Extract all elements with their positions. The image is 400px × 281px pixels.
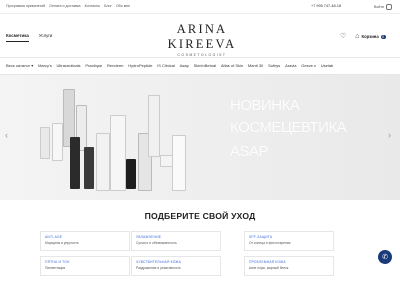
nav-item-aravia[interactable]: Aravia (285, 63, 296, 68)
product-bottle (70, 137, 80, 189)
user-icon (386, 4, 393, 10)
hero-banner[interactable]: НОВИНКА КОСМЕЦЕВТИКА ASAP (0, 75, 400, 200)
card-title: ПРОБЛЕМНАЯ КОЖА (249, 260, 286, 264)
site-logo[interactable]: ARINA KIREEVA COSMETOLOGIST (150, 22, 254, 57)
card-subtitle: От солнца и фотостарения (249, 241, 291, 245)
care-card-spf[interactable]: SPF-ЗАЩИТА От солнца и фотостарения (244, 231, 334, 251)
chevron-left-icon[interactable]: ‹ (5, 130, 8, 140)
top-link-privileges[interactable]: Программа привилегий (6, 4, 45, 8)
product-bottle (172, 135, 186, 191)
product-bottle (110, 115, 126, 191)
nav-item-asap[interactable]: Asap (180, 63, 189, 68)
top-link-about[interactable]: Обо мне (116, 4, 130, 8)
top-divider (0, 13, 400, 14)
nav-item-hydropeptide[interactable]: HydroPeptide (128, 63, 152, 68)
top-link-contacts[interactable]: Контакты (85, 4, 101, 8)
card-title: ЧУВСТВИТЕЛЬНАЯ КОЖА (136, 260, 182, 264)
nav-item-gesvex[interactable]: Gesve.x (301, 63, 316, 68)
whatsapp-button[interactable]: ✆ (378, 250, 392, 264)
nav-all-catalog[interactable]: Весь каталог ▾ (6, 63, 33, 68)
product-bottle (40, 127, 50, 159)
card-subtitle: Морщины и упругость (45, 241, 79, 245)
card-subtitle: Пигментация (45, 266, 66, 270)
tab-cosmetics[interactable]: Косметика (6, 33, 29, 42)
nav-item-alfas-of-skin[interactable]: Alfas of Skin (221, 63, 243, 68)
nav-item-practique[interactable]: Practique (85, 63, 102, 68)
care-card-problem-skin[interactable]: ПРОБЛЕМНАЯ КОЖА Акне поры, жирный блеск (244, 256, 334, 276)
nav-item-ultraceuticals[interactable]: Ultraceuticals (57, 63, 81, 68)
phone-link[interactable]: +7 995 747-48-18 (311, 4, 341, 8)
cart-icon[interactable]: ⌂ (355, 33, 359, 40)
card-subtitle: Раздражение и реактивность (136, 266, 181, 270)
product-bottle (84, 147, 94, 189)
tab-services[interactable]: Услуги (39, 33, 53, 42)
nav-item-skininbetual[interactable]: SkinInBetual (194, 63, 216, 68)
top-link-blog[interactable]: Блог (104, 4, 112, 8)
product-bottle (126, 159, 136, 189)
product-bottle (96, 133, 110, 191)
nav-item-sothys[interactable]: Sothys (268, 63, 280, 68)
nav-divider-top (0, 57, 400, 58)
product-bottle (52, 123, 63, 161)
care-card-spots[interactable]: ПЯТНА И ТОН Пигментация (40, 256, 130, 276)
card-subtitle: Сухость и обезвоженность (136, 241, 177, 245)
care-card-anti-age[interactable]: ANTI-AGE Морщины и упругость (40, 231, 130, 251)
top-bar: Программа привилегий Оплата и доставка К… (0, 0, 400, 13)
card-title: ПЯТНА И ТОН (45, 260, 70, 264)
nav-item-uselab[interactable]: Uselab (321, 63, 333, 68)
nav-item-renderm[interactable]: Renderm (107, 63, 123, 68)
card-title: ANTI-AGE (45, 235, 63, 239)
hero-title-line1: НОВИНКА (230, 97, 300, 114)
login-label: Войти (374, 5, 385, 9)
category-tabs: Косметика Услуги (6, 33, 62, 42)
care-card-hydration[interactable]: УВЛАЖНЕНИЕ Сухость и обезвоженность (131, 231, 221, 251)
logo-name: ARINA KIREEVA (167, 22, 237, 51)
card-subtitle: Акне поры, жирный блеск (249, 266, 289, 270)
cart-label[interactable]: Корзина (362, 34, 379, 39)
chevron-right-icon[interactable]: › (388, 130, 391, 140)
top-links: Программа привилегий Оплата и доставка К… (6, 4, 134, 8)
hero-title-line2: КОСМЕЦЕВТИКА (230, 119, 347, 136)
brand-nav: Весь каталог ▾ Marcy's Ultraceuticals Pr… (6, 63, 338, 68)
top-link-payment[interactable]: Оплата и доставка (49, 4, 80, 8)
header-icons: ♡ ⌂ Корзина 0 (340, 33, 386, 40)
login-button[interactable]: Войти (374, 4, 393, 10)
card-title: SPF-ЗАЩИТА (249, 235, 273, 239)
heart-icon[interactable]: ♡ (340, 33, 346, 40)
nav-item-is-clinical[interactable]: iS Clinical (157, 63, 175, 68)
chevron-down-icon: ▾ (31, 63, 34, 68)
nav-item-marcys[interactable]: Marcy's (38, 63, 52, 68)
card-title: УВЛАЖНЕНИЕ (136, 235, 162, 239)
nav-item-manti[interactable]: Manti 30 (248, 63, 263, 68)
cart-count-badge: 0 (380, 34, 386, 39)
nav-all-catalog-label: Весь каталог (6, 63, 31, 68)
hero-title-line3: ASAP (230, 143, 269, 160)
section-title: ПОДБЕРИТЕ СВОЙ УХОД (144, 211, 256, 221)
product-bottle (148, 95, 160, 157)
care-card-sensitive[interactable]: ЧУВСТВИТЕЛЬНАЯ КОЖА Раздражение и реакти… (131, 256, 221, 276)
whatsapp-icon: ✆ (382, 254, 388, 261)
